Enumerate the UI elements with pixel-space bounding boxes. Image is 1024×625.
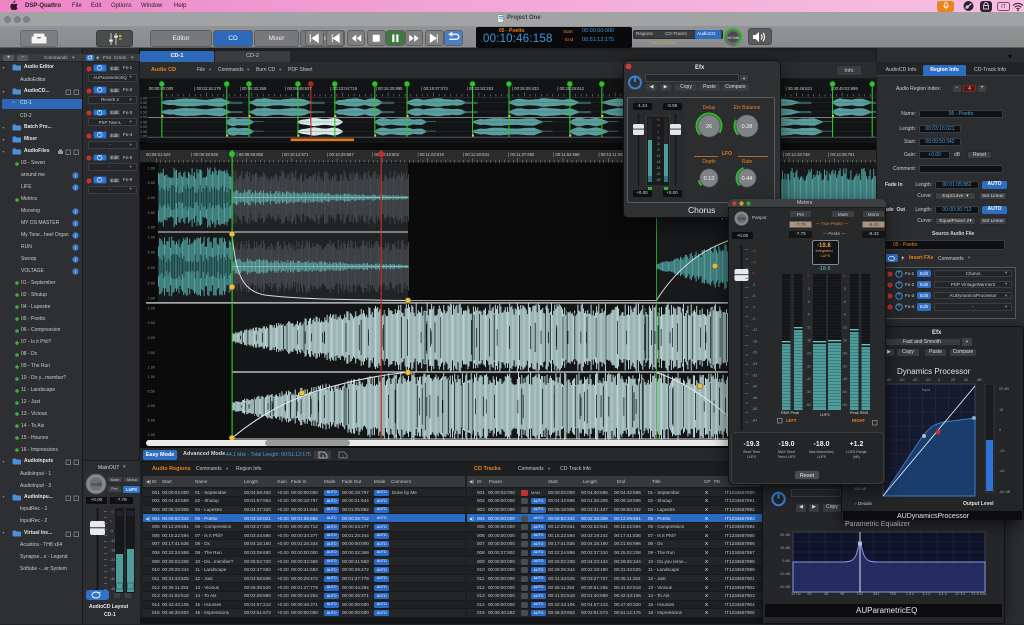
svg-text:0.44: 0.44 <box>742 176 753 182</box>
svg-text:+5: +5 <box>110 510 114 514</box>
svg-text:-48: -48 <box>656 178 661 182</box>
svg-text:-12: -12 <box>842 326 847 330</box>
svg-text:+6: +6 <box>656 118 660 122</box>
svg-text:1.00: 1.00 <box>148 166 155 170</box>
svg-text:-32: -32 <box>656 172 661 176</box>
svg-text:1.00: 1.00 <box>140 135 147 139</box>
svg-text:-64: -64 <box>806 403 811 407</box>
svg-text:0.50: 0.50 <box>148 419 155 423</box>
svg-text:+3: +3 <box>752 260 756 264</box>
svg-text:-16: -16 <box>842 339 847 343</box>
svg-text:0.50: 0.50 <box>148 389 155 393</box>
svg-text:-24: -24 <box>656 166 661 170</box>
svg-text:0: 0 <box>110 520 112 524</box>
svg-text:0.13: 0.13 <box>704 176 715 182</box>
svg-text:-32: -32 <box>110 568 115 572</box>
svg-text:-18: -18 <box>656 160 661 164</box>
svg-text:-9: -9 <box>807 313 810 317</box>
svg-text:0.50: 0.50 <box>148 250 155 254</box>
svg-text:-64: -64 <box>752 419 757 423</box>
svg-text:Input: Input <box>922 388 930 392</box>
svg-text:26: 26 <box>706 124 712 130</box>
svg-text:1.00: 1.00 <box>148 375 155 379</box>
svg-text:-43: -43 <box>842 377 847 381</box>
svg-text:0: 0 <box>657 130 659 134</box>
svg-text:0.50: 0.50 <box>148 321 155 325</box>
svg-text:-3: -3 <box>656 136 659 140</box>
svg-text:1.00: 1.00 <box>148 433 155 437</box>
svg-text:-24: -24 <box>806 351 811 355</box>
svg-text:1.00: 1.00 <box>148 226 155 230</box>
svg-text:-9: -9 <box>843 313 846 317</box>
svg-text:0.00: 0.00 <box>148 196 155 200</box>
svg-text:-6: -6 <box>656 142 659 146</box>
svg-text:0.50: 0.50 <box>140 111 147 115</box>
svg-text:0.50: 0.50 <box>140 130 147 134</box>
svg-text:-12: -12 <box>110 539 115 543</box>
svg-text:0: 0 <box>844 274 846 278</box>
svg-text:+6.0db: +6.0db <box>727 35 740 40</box>
svg-text:-16: -16 <box>806 339 811 343</box>
svg-text:0.50: 0.50 <box>140 121 147 125</box>
svg-text:0.28: 0.28 <box>742 124 753 130</box>
svg-text:♫: ♫ <box>321 454 324 459</box>
svg-text:0.00: 0.00 <box>148 404 155 408</box>
svg-text:-3: -3 <box>807 287 810 291</box>
svg-text:0.00: 0.00 <box>140 106 147 110</box>
svg-text:-6: -6 <box>807 300 810 304</box>
svg-text:1.00: 1.00 <box>148 366 155 370</box>
svg-text:0.00: 0.00 <box>148 266 155 270</box>
svg-text:+5: +5 <box>752 249 756 253</box>
svg-text:+3: +3 <box>656 124 660 128</box>
svg-text:+0.00: +0.00 <box>91 482 102 487</box>
svg-text:-9: -9 <box>656 148 659 152</box>
svg-text:-12: -12 <box>656 154 661 158</box>
svg-text:1.00: 1.00 <box>140 115 147 119</box>
svg-text:-43: -43 <box>806 377 811 381</box>
svg-text:1.00: 1.00 <box>140 97 147 101</box>
svg-text:-40: -40 <box>110 577 115 581</box>
svg-text:-54: -54 <box>842 390 847 394</box>
svg-text:-6: -6 <box>843 300 846 304</box>
svg-text:-5: -5 <box>110 529 113 533</box>
svg-text:-48: -48 <box>110 587 115 591</box>
svg-text:0.50: 0.50 <box>140 101 147 105</box>
svg-text:0.50: 0.50 <box>148 181 155 185</box>
svg-text:-24: -24 <box>842 351 847 355</box>
svg-text:0: 0 <box>808 274 810 278</box>
svg-text:0.50: 0.50 <box>148 351 155 355</box>
svg-text:0.00: 0.00 <box>148 336 155 340</box>
svg-text:♫: ♫ <box>341 454 344 459</box>
svg-text:-32: -32 <box>842 364 847 368</box>
svg-text:0.50: 0.50 <box>148 211 155 215</box>
svg-text:1.00: 1.00 <box>148 235 155 239</box>
svg-text:-24: -24 <box>110 558 115 562</box>
svg-text:-3: -3 <box>843 287 846 291</box>
svg-text:+0.00: +0.00 <box>737 217 746 221</box>
svg-text:1.00: 1.00 <box>148 297 155 301</box>
svg-text:-64: -64 <box>842 403 847 407</box>
svg-text:1.00: 1.00 <box>148 306 155 310</box>
svg-text:-12: -12 <box>806 326 811 330</box>
svg-text:0.50: 0.50 <box>148 282 155 286</box>
svg-text:-18: -18 <box>110 548 115 552</box>
svg-text:-54: -54 <box>806 390 811 394</box>
svg-text:-32: -32 <box>806 364 811 368</box>
svg-text:0.00: 0.00 <box>140 125 147 129</box>
